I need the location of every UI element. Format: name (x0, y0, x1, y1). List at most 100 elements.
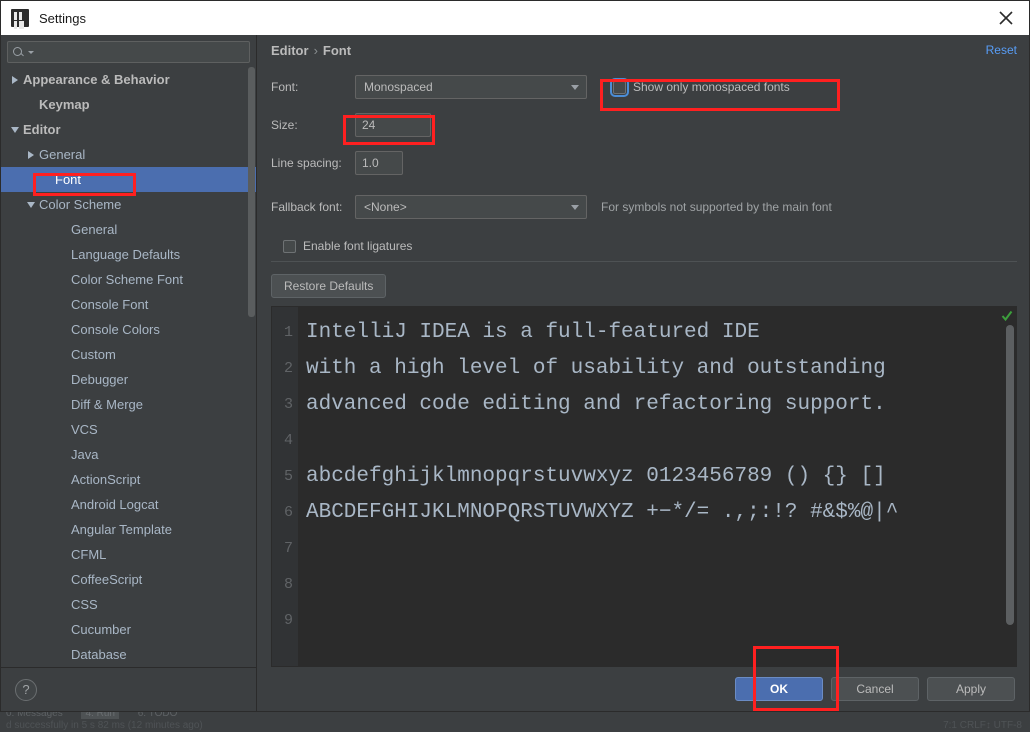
dialog-button-bar: OK Cancel Apply (257, 667, 1029, 711)
size-row: Size: (271, 113, 1017, 137)
sidebar-item-diff-merge[interactable]: Diff & Merge (1, 392, 256, 417)
sidebar-item-label: Appearance & Behavior (23, 72, 170, 87)
reset-link[interactable]: Reset (986, 43, 1017, 57)
font-preview: 1 2 3 4 5 6 7 8 9 IntelliJ IDEA is a full-featur… (271, 306, 1017, 667)
chevron-down-icon[interactable] (564, 204, 586, 210)
font-family-value: Monospaced (364, 80, 433, 94)
preview-line-number: 7 (283, 540, 293, 557)
preview-line: with a high level of usability and outst… (306, 357, 886, 380)
chevron-right-icon[interactable] (23, 150, 39, 159)
chevron-right-icon[interactable] (7, 75, 23, 84)
sidebar-item-label: Language Defaults (71, 247, 181, 262)
sidebar-item-label: General (39, 147, 86, 162)
intellij-idea-logo-icon (11, 9, 29, 27)
preview-line: ABCDEFGHIJKLMNOPQRSTUVWXYZ +−*/= .,;:!? … (306, 501, 899, 524)
sidebar-item-label: Diff & Merge (71, 397, 144, 412)
monospaced-checkbox-label: Show only monospaced fonts (633, 80, 790, 94)
monospaced-checkbox-row[interactable]: Show only monospaced fonts (610, 77, 790, 97)
sidebar-item-font[interactable]: Font (1, 167, 256, 192)
sidebar-scrollbar[interactable] (248, 67, 255, 317)
preview-line-number: 8 (283, 576, 293, 593)
sidebar-item-console-font[interactable]: Console Font (1, 292, 256, 317)
sidebar-item-general[interactable]: General (1, 217, 256, 242)
sidebar-item-appearance-behavior[interactable]: Appearance & Behavior (1, 67, 256, 92)
restore-defaults-button[interactable]: Restore Defaults (271, 274, 387, 298)
settings-sidebar: Appearance & Behavior Keymap Editor General… (1, 35, 257, 711)
ligatures-checkbox-row[interactable]: Enable font ligatures (283, 239, 412, 253)
sidebar-item-label: Database (71, 647, 127, 662)
breadcrumb: Editor › Font (271, 43, 986, 58)
ligatures-checkbox[interactable] (283, 239, 296, 253)
preview-code[interactable]: IntelliJ IDEA is a full-featured IDE with… (298, 307, 1016, 666)
sidebar-item-android-logcat[interactable]: Android Logcat (1, 492, 256, 517)
sidebar-item-label: CoffeeScript (71, 572, 143, 587)
sidebar-item-vcs[interactable]: VCS (1, 417, 256, 442)
sidebar-item-label: General (71, 222, 118, 237)
sidebar-item-label: VCS (71, 422, 98, 437)
sidebar-item-color-scheme[interactable]: Color Scheme (1, 192, 256, 217)
search-box[interactable] (7, 41, 250, 63)
sidebar-item-database[interactable]: Database (1, 642, 256, 667)
sidebar-item-angular-template[interactable]: Angular Template (1, 517, 256, 542)
line-spacing-label: Line spacing: (271, 156, 342, 170)
sidebar-item-general[interactable]: General (1, 142, 256, 167)
search-icon (12, 46, 25, 59)
size-input[interactable] (355, 113, 431, 137)
sidebar-item-coffeescript[interactable]: CoffeeScript (1, 567, 256, 592)
sidebar-item-custom[interactable]: Custom (1, 342, 256, 367)
green-checkmark-icon (1000, 309, 1014, 323)
sidebar-item-language-defaults[interactable]: Language Defaults (1, 242, 256, 267)
ok-button[interactable]: OK (735, 677, 823, 701)
sidebar-footer: ? (1, 667, 256, 711)
chevron-down-icon[interactable] (7, 126, 23, 133)
fallback-font-row: Fallback font: <None> For symbols not su… (271, 195, 1017, 219)
sidebar-item-label: Editor (23, 122, 61, 137)
font-family-combobox[interactable]: Monospaced (355, 75, 587, 99)
sidebar-item-css[interactable]: CSS (1, 592, 256, 617)
fallback-font-combobox[interactable]: <None> (355, 195, 587, 219)
sidebar-item-label: Console Font (71, 297, 149, 312)
sidebar-item-cucumber[interactable]: Cucumber (1, 617, 256, 642)
sidebar-item-actionscript[interactable]: ActionScript (1, 467, 256, 492)
ide-build-status: d successfully in 5 s 82 ms (12 minutes … (0, 720, 1030, 732)
font-label: Font: (271, 80, 299, 94)
chevron-down-icon[interactable] (23, 201, 39, 208)
help-button[interactable]: ? (15, 678, 37, 701)
chevron-down-icon[interactable] (564, 84, 586, 90)
preview-line: advanced code editing and refactoring su… (306, 393, 886, 416)
sidebar-item-java[interactable]: Java (1, 442, 256, 467)
monospaced-checkbox[interactable] (610, 77, 629, 97)
preview-scrollbar[interactable] (1006, 325, 1014, 625)
sidebar-item-keymap[interactable]: Keymap (1, 92, 256, 117)
breadcrumb-parent[interactable]: Editor (271, 43, 309, 58)
close-icon[interactable] (991, 5, 1021, 31)
preview-line: IntelliJ IDEA is a full-featured IDE (306, 321, 760, 344)
dialog-body: Appearance & Behavior Keymap Editor General… (1, 35, 1029, 711)
sidebar-item-label: Debugger (71, 372, 129, 387)
sidebar-item-cfml[interactable]: CFML (1, 542, 256, 567)
sidebar-item-console-colors[interactable]: Console Colors (1, 317, 256, 342)
content-header: Editor › Font Reset (257, 35, 1029, 65)
apply-button[interactable]: Apply (927, 677, 1015, 701)
dialog-title: Settings (39, 10, 86, 26)
sidebar-item-label: Color Scheme (39, 197, 122, 212)
sidebar-item-label: Android Logcat (71, 497, 159, 512)
cancel-button[interactable]: Cancel (831, 677, 919, 701)
sidebar-item-label: Custom (71, 347, 116, 362)
sidebar-item-editor[interactable]: Editor (1, 117, 256, 142)
line-spacing-input[interactable] (355, 151, 403, 175)
sidebar-item-debugger[interactable]: Debugger (1, 367, 256, 392)
form-separator (271, 261, 1017, 262)
search-area (1, 35, 256, 67)
ligatures-checkbox-label: Enable font ligatures (303, 239, 413, 253)
search-input[interactable] (34, 45, 245, 59)
preview-line-number: 4 (283, 432, 293, 449)
preview-line-number: 9 (283, 612, 293, 629)
font-row: Font: Monospaced Show only monospaced fo… (271, 75, 1017, 99)
settings-content: Editor › Font Reset Font: Monospaced Show … (257, 35, 1029, 711)
sidebar-item-color-scheme-font[interactable]: Color Scheme Font (1, 267, 256, 292)
breadcrumb-current: Font (322, 42, 352, 58)
preview-line-number: 6 (283, 504, 293, 521)
sidebar-item-label: Angular Template (71, 522, 172, 537)
settings-tree-list: Appearance & Behavior Keymap Editor General… (1, 67, 256, 667)
